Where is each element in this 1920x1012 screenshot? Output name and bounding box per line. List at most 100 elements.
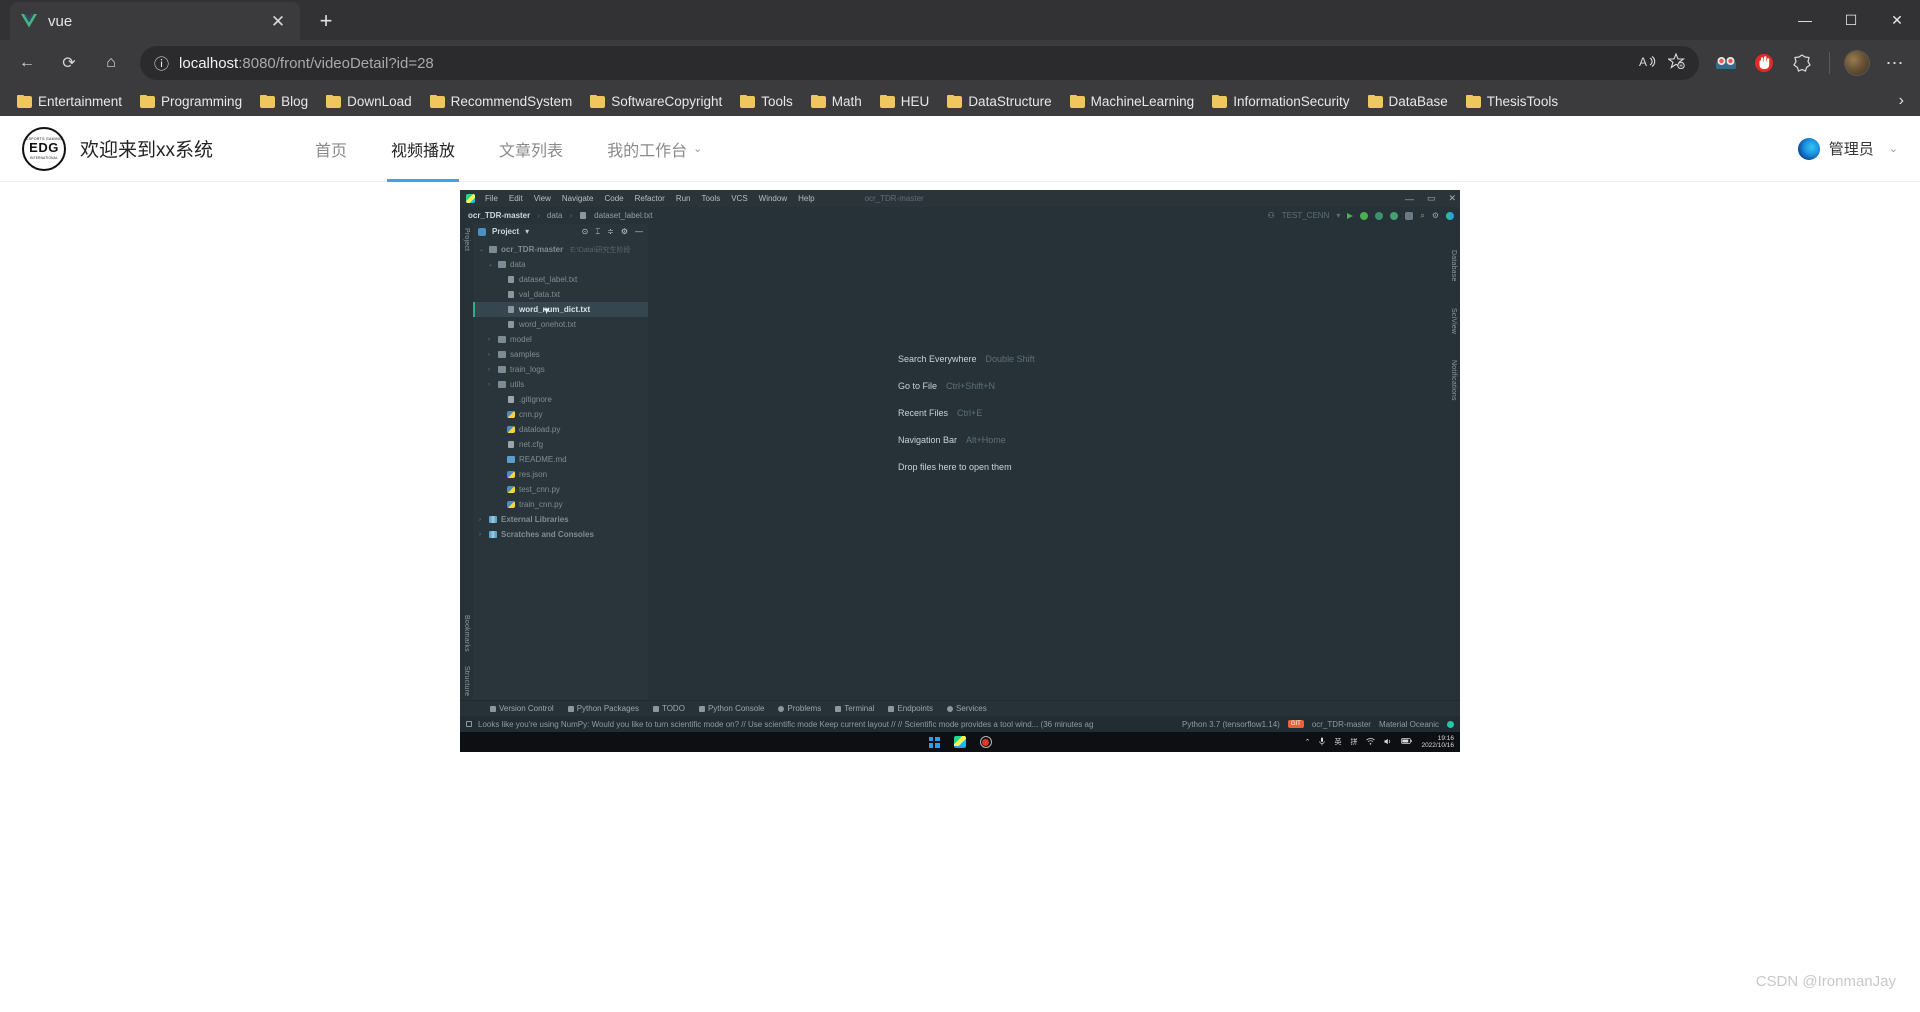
bookmark-item[interactable]: RecommendSystem (421, 91, 582, 112)
breadcrumb-file[interactable]: dataset_label.txt (594, 211, 652, 220)
maximize-icon[interactable]: ☐ (1828, 0, 1874, 40)
profile-icon[interactable]: ⚇ (1268, 211, 1275, 220)
back-icon[interactable]: ← (8, 46, 46, 80)
sort-icon[interactable]: ≑ (607, 227, 614, 237)
menu-run[interactable]: Run (676, 194, 691, 203)
search-icon[interactable]: ⌕ (1420, 211, 1424, 221)
editor-empty-state[interactable]: Search Everywhere Double Shift Go to Fil… (648, 224, 1447, 700)
chevron-down-icon[interactable]: ▾ (525, 227, 529, 236)
stop-icon[interactable] (1405, 211, 1414, 220)
screen-recorder-icon[interactable] (979, 736, 992, 748)
bookmark-item[interactable]: Programming (131, 91, 251, 112)
bookmark-item[interactable]: Blog (251, 91, 317, 112)
coverage-icon[interactable] (1375, 211, 1384, 220)
tool-window-todo[interactable]: TODO (652, 704, 685, 713)
chevron-right-icon[interactable]: › (479, 532, 485, 538)
user-menu[interactable]: 管理员 ⌄ (1797, 137, 1898, 160)
menu-file[interactable]: File (485, 194, 498, 203)
breadcrumb-folder[interactable]: data (547, 211, 563, 220)
tree-item[interactable]: .gitignore (473, 392, 648, 407)
bookmark-item[interactable]: DataBase (1359, 91, 1457, 112)
nav-item-home[interactable]: 首页 (293, 116, 369, 182)
pycharm-taskbar-icon[interactable] (953, 736, 966, 748)
tree-item[interactable]: cnn.py (473, 407, 648, 422)
tool-window-problems[interactable]: Problems (778, 704, 821, 713)
tree-item[interactable]: word_onehot.txt (473, 317, 648, 332)
tree-item[interactable]: README.md (473, 452, 648, 467)
profiler-icon[interactable] (1390, 211, 1399, 220)
hide-icon[interactable]: — (635, 227, 643, 237)
maximize-icon[interactable]: ▭ (1427, 193, 1436, 204)
chevron-right-icon[interactable]: › (488, 367, 494, 373)
bookmarks-overflow-icon[interactable]: › (1891, 92, 1912, 110)
tray-chevron-icon[interactable]: ⌃ (1305, 738, 1311, 746)
new-tab-button[interactable]: + (310, 5, 342, 37)
tree-item[interactable]: test_cnn.py (473, 482, 648, 497)
chevron-right-icon[interactable]: › (479, 517, 485, 523)
gear-icon[interactable]: ⚙ (1432, 211, 1439, 220)
taskbar-clock[interactable]: 19:16 2022/10/16 (1421, 735, 1454, 750)
tree-item[interactable]: val_data.txt (473, 287, 648, 302)
bookmark-item[interactable]: Math (802, 91, 871, 112)
menu-vcs[interactable]: VCS (731, 194, 747, 203)
tool-button-sciview[interactable]: SciView (1450, 308, 1457, 334)
tree-item[interactable]: dataset_label.txt (473, 272, 648, 287)
tree-item[interactable]: train_cnn.py (473, 497, 648, 512)
ime-language-label[interactable]: 英 (1334, 737, 1341, 747)
tree-item[interactable]: net.cfg (473, 437, 648, 452)
reload-icon[interactable]: ⟳ (50, 46, 88, 80)
git-branch[interactable]: ocr_TDR-master (1312, 720, 1371, 729)
bookmark-item[interactable]: HEU (871, 91, 939, 112)
wifi-icon[interactable] (1366, 737, 1376, 747)
video-player[interactable]: File Edit View Navigate Code Refactor Ru… (460, 190, 1460, 752)
tree-item[interactable]: › samples (473, 347, 648, 362)
tree-item[interactable]: ⌄ ocr_TDR-master E:\Data\研究生阶段 (473, 242, 648, 257)
site-info-icon[interactable]: ⓘ (154, 53, 169, 74)
bookmark-item[interactable]: Entertainment (8, 91, 131, 112)
chevron-down-icon[interactable]: ⌄ (488, 261, 494, 268)
tool-window-endpoints[interactable]: Endpoints (888, 704, 933, 713)
tool-window-version-control[interactable]: Version Control (490, 704, 554, 713)
gear-icon[interactable]: ⚙ (621, 227, 628, 237)
menu-edit[interactable]: Edit (509, 194, 523, 203)
chevron-right-icon[interactable]: › (488, 382, 494, 388)
ublock-extension-icon[interactable] (1747, 46, 1781, 80)
python-interpreter[interactable]: Python 3.7 (tensorflow1.14) (1182, 720, 1280, 729)
tree-item[interactable]: › Scratches and Consoles (473, 527, 648, 542)
bookmark-item[interactable]: MachineLearning (1061, 91, 1204, 112)
tool-button-structure[interactable]: Structure (463, 666, 470, 696)
locate-icon[interactable]: ⊙ (582, 227, 589, 237)
bookmark-item[interactable]: Tools (731, 91, 802, 112)
menu-code[interactable]: Code (604, 194, 623, 203)
tool-window-python-packages[interactable]: Python Packages (567, 704, 639, 713)
chevron-right-icon[interactable]: › (488, 352, 494, 358)
address-bar[interactable]: ⓘ localhost:8080/front/videoDetail?id=28… (140, 46, 1699, 80)
menu-view[interactable]: View (534, 194, 551, 203)
minimize-icon[interactable]: — (1405, 194, 1414, 204)
windows-start-icon[interactable] (928, 736, 940, 748)
bookmark-item[interactable]: DataStructure (938, 91, 1060, 112)
tree-item[interactable]: ⌄ data (473, 257, 648, 272)
chevron-right-icon[interactable]: › (488, 337, 494, 343)
tool-button-notifications[interactable]: Notifications (1450, 360, 1457, 401)
tool-button-bookmarks[interactable]: Bookmarks (463, 615, 470, 652)
tool-button-database[interactable]: Database (1450, 250, 1457, 282)
collapse-icon[interactable]: ⌶ (595, 227, 600, 237)
bookmark-item[interactable]: SoftwareCopyright (581, 91, 731, 112)
battery-icon[interactable] (1401, 738, 1413, 746)
bookmark-item[interactable]: ThesisTools (1457, 91, 1567, 112)
bookmark-item[interactable]: DownLoad (317, 91, 421, 112)
debug-icon[interactable] (1360, 211, 1369, 220)
mic-icon[interactable] (1319, 737, 1326, 748)
tool-window-services[interactable]: Services (947, 704, 987, 713)
close-window-icon[interactable]: ✕ (1874, 0, 1920, 40)
tree-item[interactable]: › utils (473, 377, 648, 392)
menu-refactor[interactable]: Refactor (635, 194, 665, 203)
tool-window-python-console[interactable]: Python Console (698, 704, 764, 713)
volume-icon[interactable] (1384, 738, 1392, 747)
home-icon[interactable]: ⌂ (92, 46, 130, 80)
avatar[interactable] (1840, 46, 1874, 80)
chevron-down-icon[interactable]: ▾ (1336, 211, 1340, 220)
theme-name[interactable]: Material Oceanic (1379, 720, 1439, 729)
settings-more-icon[interactable]: ⋯ (1878, 46, 1912, 80)
